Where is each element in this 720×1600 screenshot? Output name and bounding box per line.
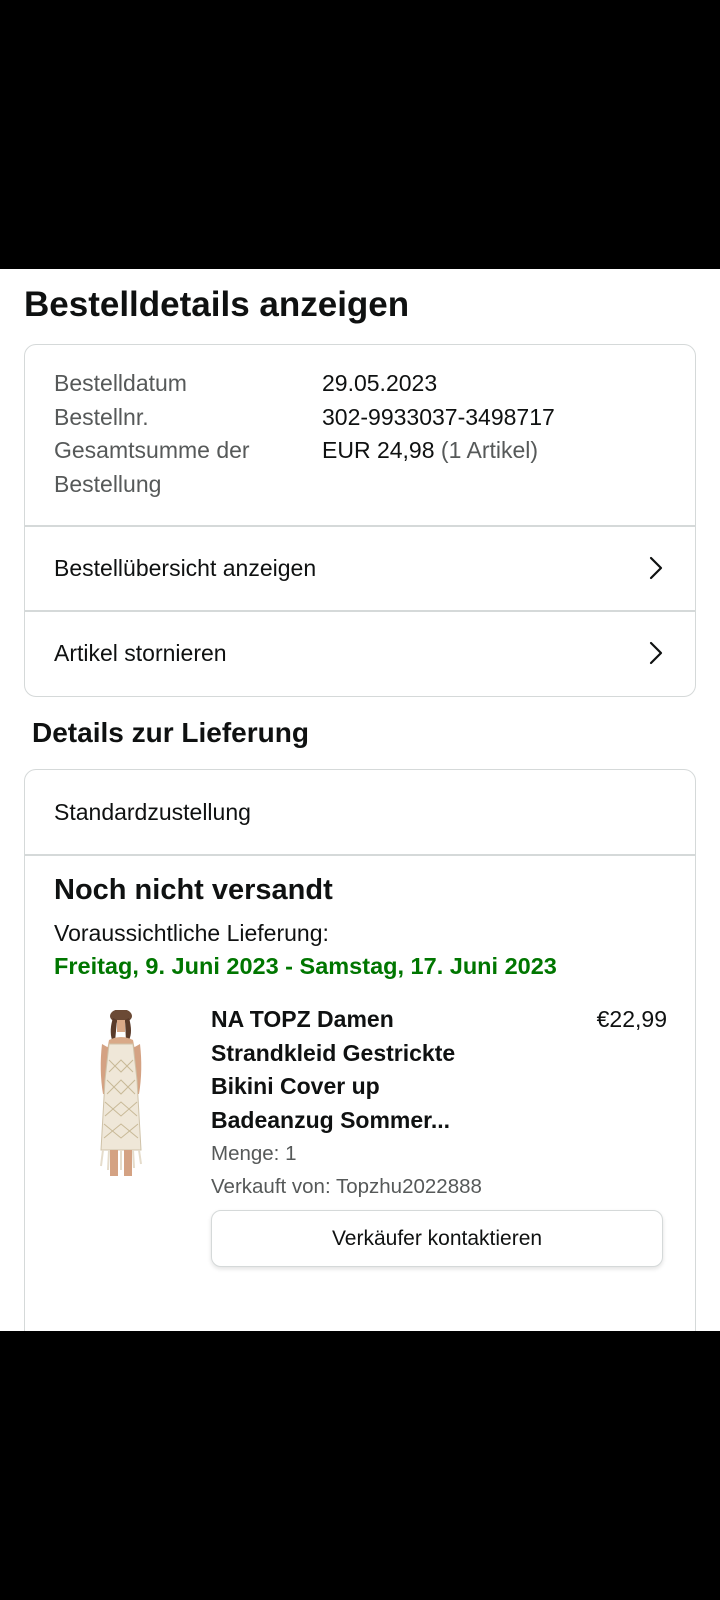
delivery-card: Standardzustellung Noch nicht versandt V… <box>24 769 696 1331</box>
order-total-value: EUR 24,98 (1 Artikel) <box>322 434 538 468</box>
contact-seller-button[interactable]: Verkäufer kontaktieren <box>211 1210 663 1267</box>
order-total-row: Gesamtsumme der Bestellung EUR 24,98 (1 … <box>54 434 674 501</box>
navigation-bar-area <box>0 1331 720 1600</box>
chevron-right-icon <box>649 641 663 665</box>
order-date-row: Bestelldatum 29.05.2023 <box>54 367 674 401</box>
estimated-delivery-range: Freitag, 9. Juni 2023 - Samstag, 17. Jun… <box>54 953 557 979</box>
product-seller: Verkauft von: Topzhu2022888 <box>211 1175 482 1198</box>
page-title: Bestelldetails anzeigen <box>24 285 410 324</box>
crochet-dress-image[interactable] <box>79 1010 159 1178</box>
order-number-label: Bestellnr. <box>54 403 149 430</box>
view-order-summary-label: Bestellübersicht anzeigen <box>54 555 317 581</box>
shipping-method: Standardzustellung <box>54 799 251 825</box>
order-summary-grid: Bestelldatum 29.05.2023 Bestellnr. 302-9… <box>54 367 674 501</box>
order-total-label: Gesamtsumme der Bestellung <box>54 437 250 497</box>
order-date-value: 29.05.2023 <box>322 370 438 396</box>
estimated-delivery-label: Voraussichtliche Lieferung: <box>54 920 329 946</box>
order-date-label: Bestelldatum <box>54 370 187 396</box>
product-title[interactable]: NA TOPZ Damen Strandkleid Gestrickte Bik… <box>211 1003 501 1137</box>
order-total-amount: EUR 24,98 <box>322 437 435 463</box>
cancel-items-link[interactable]: Artikel stornieren <box>25 611 695 695</box>
order-number-row: Bestellnr. 302-9933037-3498717 <box>54 401 674 435</box>
chevron-right-icon <box>649 556 663 580</box>
delivery-section-title: Details zur Lieferung <box>32 717 309 748</box>
order-number-value: 302-9933037-3498717 <box>322 403 555 430</box>
order-summary-card: Bestelldatum 29.05.2023 Bestellnr. 302-9… <box>24 344 696 697</box>
product-quantity: Menge: 1 <box>211 1142 297 1165</box>
status-bar-area <box>0 0 720 269</box>
order-details-page: Bestelldetails anzeigen Bestelldatum 29.… <box>0 269 720 1331</box>
cancel-items-label: Artikel stornieren <box>54 640 227 666</box>
product-price: €22,99 <box>596 1006 667 1032</box>
view-order-summary-link[interactable]: Bestellübersicht anzeigen <box>25 526 695 610</box>
shipment-status: Noch nicht versandt <box>54 874 333 906</box>
order-item-count: (1 Artikel) <box>440 437 539 463</box>
divider <box>25 854 695 856</box>
